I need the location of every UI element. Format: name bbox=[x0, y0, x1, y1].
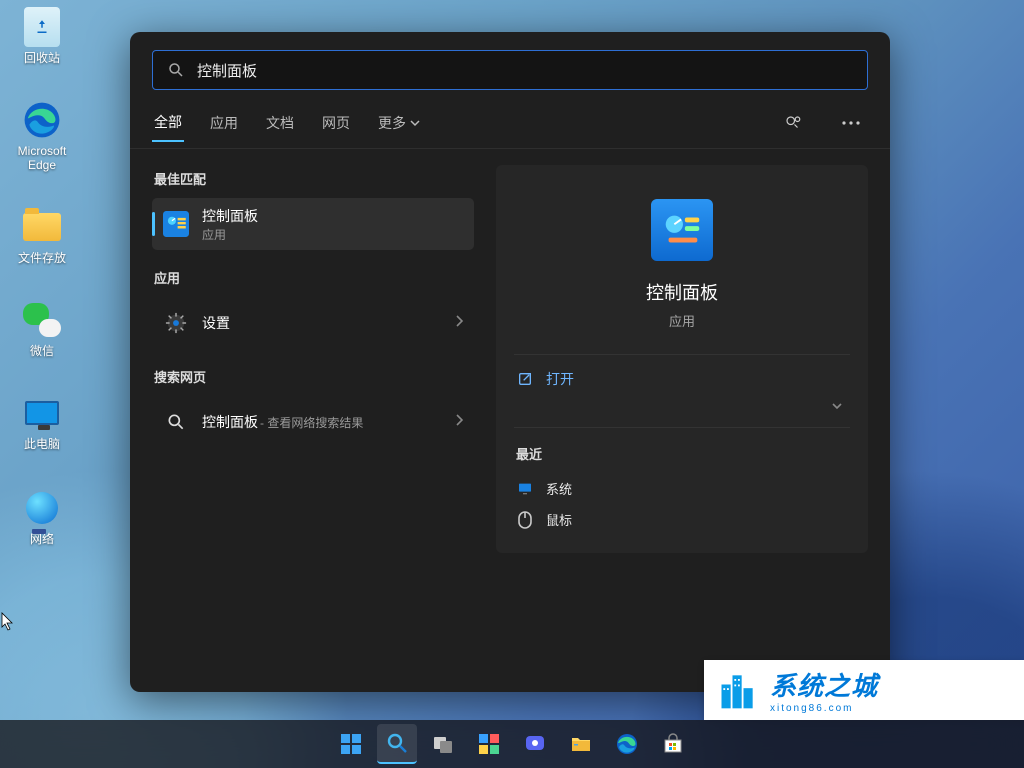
search-panel: 全部 应用 文档 网页 更多 最佳匹配 控制面板 应用 bbox=[130, 32, 890, 692]
monitor-icon bbox=[516, 480, 534, 498]
chevron-down-icon bbox=[410, 118, 420, 128]
result-title: 设置 bbox=[202, 313, 230, 333]
tab-all[interactable]: 全部 bbox=[152, 104, 184, 142]
detail-pane: 控制面板 应用 打开 最近 bbox=[482, 149, 890, 692]
search-icon bbox=[167, 61, 185, 79]
globe-icon bbox=[22, 488, 62, 528]
search-input[interactable] bbox=[197, 62, 853, 79]
tab-apps[interactable]: 应用 bbox=[208, 105, 240, 141]
desktop-icon-label: 文件存放 bbox=[5, 251, 79, 265]
recent-section-title: 最近 bbox=[496, 428, 868, 473]
chevron-right-icon bbox=[454, 413, 464, 432]
folder-icon bbox=[22, 207, 62, 247]
gear-icon bbox=[162, 309, 190, 337]
action-open-label: 打开 bbox=[546, 369, 574, 389]
desktop-icon-folder[interactable]: 文件存放 bbox=[5, 207, 79, 265]
start-button[interactable] bbox=[331, 724, 371, 764]
results-pane: 最佳匹配 控制面板 应用 应用 设置 bbox=[130, 149, 482, 692]
tab-web[interactable]: 网页 bbox=[320, 105, 352, 141]
expand-actions-button[interactable] bbox=[830, 399, 844, 418]
tab-more[interactable]: 更多 bbox=[376, 105, 422, 141]
section-search-web: 搜索网页 bbox=[154, 367, 474, 386]
taskbar bbox=[0, 720, 1024, 768]
desktop-icon-label: 网络 bbox=[5, 532, 79, 546]
search-icon bbox=[162, 408, 190, 436]
widgets-button[interactable] bbox=[469, 724, 509, 764]
result-settings[interactable]: 设置 bbox=[152, 297, 474, 349]
history-button[interactable] bbox=[776, 106, 810, 140]
section-best-match: 最佳匹配 bbox=[154, 169, 474, 188]
desktop-icon-label: Microsoft Edge bbox=[5, 144, 79, 173]
search-tabs: 全部 应用 文档 网页 更多 bbox=[130, 104, 890, 142]
wechat-icon bbox=[22, 300, 62, 340]
desktop-icon-recycle-bin[interactable]: 回收站 bbox=[5, 7, 79, 65]
edge-button[interactable] bbox=[607, 724, 647, 764]
desktop-icon-label: 回收站 bbox=[5, 51, 79, 65]
search-box[interactable] bbox=[152, 50, 868, 90]
control-panel-icon bbox=[162, 210, 190, 238]
task-view-button[interactable] bbox=[423, 724, 463, 764]
detail-card: 控制面板 应用 打开 最近 bbox=[496, 165, 868, 553]
monitor-icon bbox=[22, 393, 62, 433]
detail-subtitle: 应用 bbox=[669, 311, 695, 330]
tab-more-label: 更多 bbox=[378, 113, 406, 133]
chevron-right-icon bbox=[454, 314, 464, 333]
recycle-bin-icon bbox=[22, 7, 62, 47]
watermark-logo: 系统之城 xitong86.com bbox=[704, 660, 1024, 720]
edge-icon bbox=[22, 100, 62, 140]
watermark-brand: 系统之城 bbox=[770, 666, 878, 703]
result-control-panel[interactable]: 控制面板 应用 bbox=[152, 198, 474, 250]
store-button[interactable] bbox=[653, 724, 693, 764]
result-title: 控制面板 bbox=[202, 206, 258, 226]
desktop-icon-wechat[interactable]: 微信 bbox=[5, 300, 79, 358]
recent-item-label: 系统 bbox=[546, 479, 572, 498]
detail-title: 控制面板 bbox=[646, 279, 718, 305]
watermark-url: xitong86.com bbox=[770, 703, 878, 714]
desktop-icon-label: 此电脑 bbox=[5, 437, 79, 451]
mouse-icon bbox=[516, 511, 534, 529]
result-title: 控制面板 bbox=[202, 412, 258, 432]
result-suffix: - 查看网络搜索结果 bbox=[260, 414, 363, 431]
desktop-icon-label: 微信 bbox=[5, 344, 79, 358]
section-apps: 应用 bbox=[154, 268, 474, 287]
open-icon bbox=[516, 370, 534, 388]
control-panel-icon-large bbox=[651, 199, 713, 261]
result-web-search[interactable]: 控制面板 - 查看网络搜索结果 bbox=[152, 396, 474, 448]
taskbar-search-button[interactable] bbox=[377, 724, 417, 764]
recent-item-mouse[interactable]: 鼠标 bbox=[496, 504, 868, 535]
result-subtitle: 应用 bbox=[202, 226, 258, 243]
chat-button[interactable] bbox=[515, 724, 555, 764]
desktop-icon-edge[interactable]: Microsoft Edge bbox=[5, 100, 79, 173]
desktop-icon-this-pc[interactable]: 此电脑 bbox=[5, 393, 79, 451]
desktop-icon-network[interactable]: 网络 bbox=[5, 488, 79, 546]
city-icon bbox=[716, 668, 760, 712]
recent-item-label: 鼠标 bbox=[546, 510, 572, 529]
cursor-icon bbox=[1, 612, 15, 632]
recent-item-system[interactable]: 系统 bbox=[496, 473, 868, 504]
file-explorer-button[interactable] bbox=[561, 724, 601, 764]
more-options-button[interactable] bbox=[834, 106, 868, 140]
action-open[interactable]: 打开 bbox=[496, 355, 868, 403]
tab-docs[interactable]: 文档 bbox=[264, 105, 296, 141]
